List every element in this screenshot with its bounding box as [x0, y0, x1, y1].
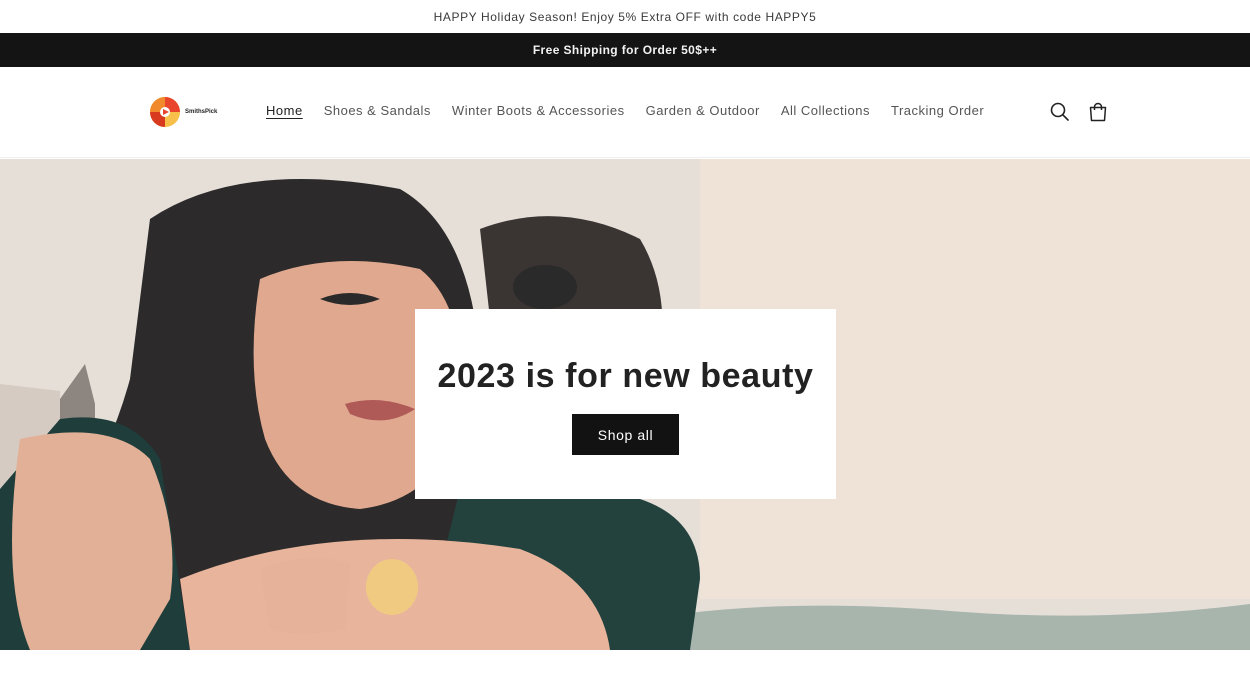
nav-item-home[interactable]: Home: [266, 103, 303, 118]
hero-title: 2023 is for new beauty: [437, 357, 814, 395]
shipping-text: Free Shipping for Order 50$++: [532, 43, 718, 57]
logo-mark-icon: [150, 97, 180, 127]
shop-all-button[interactable]: Shop all: [572, 414, 679, 455]
logo[interactable]: SmithsPick: [148, 95, 228, 129]
nav-item-garden-outdoor[interactable]: Garden & Outdoor: [646, 103, 760, 118]
nav-item-tracking-order[interactable]: Tracking Order: [891, 103, 984, 118]
site-header: SmithsPick Home Shoes & Sandals Winter B…: [0, 67, 1250, 158]
search-icon[interactable]: [1049, 101, 1071, 123]
logo-text: SmithsPick: [185, 109, 218, 115]
announcement-text: HAPPY Holiday Season! Enjoy 5% Extra OFF…: [433, 9, 817, 24]
hero-banner: 2023 is for new beauty Shop all: [0, 159, 1250, 650]
nav-item-shoes-sandals[interactable]: Shoes & Sandals: [324, 103, 431, 118]
nav-item-all-collections[interactable]: All Collections: [781, 103, 870, 118]
nav-item-winter-boots[interactable]: Winter Boots & Accessories: [452, 103, 625, 118]
announcement-bar: HAPPY Holiday Season! Enjoy 5% Extra OFF…: [0, 0, 1250, 33]
cart-icon[interactable]: [1087, 101, 1109, 123]
main-nav: Home Shoes & Sandals Winter Boots & Acce…: [266, 103, 1005, 118]
shipping-bar: Free Shipping for Order 50$++: [0, 33, 1250, 67]
hero-card: 2023 is for new beauty Shop all: [415, 309, 836, 499]
